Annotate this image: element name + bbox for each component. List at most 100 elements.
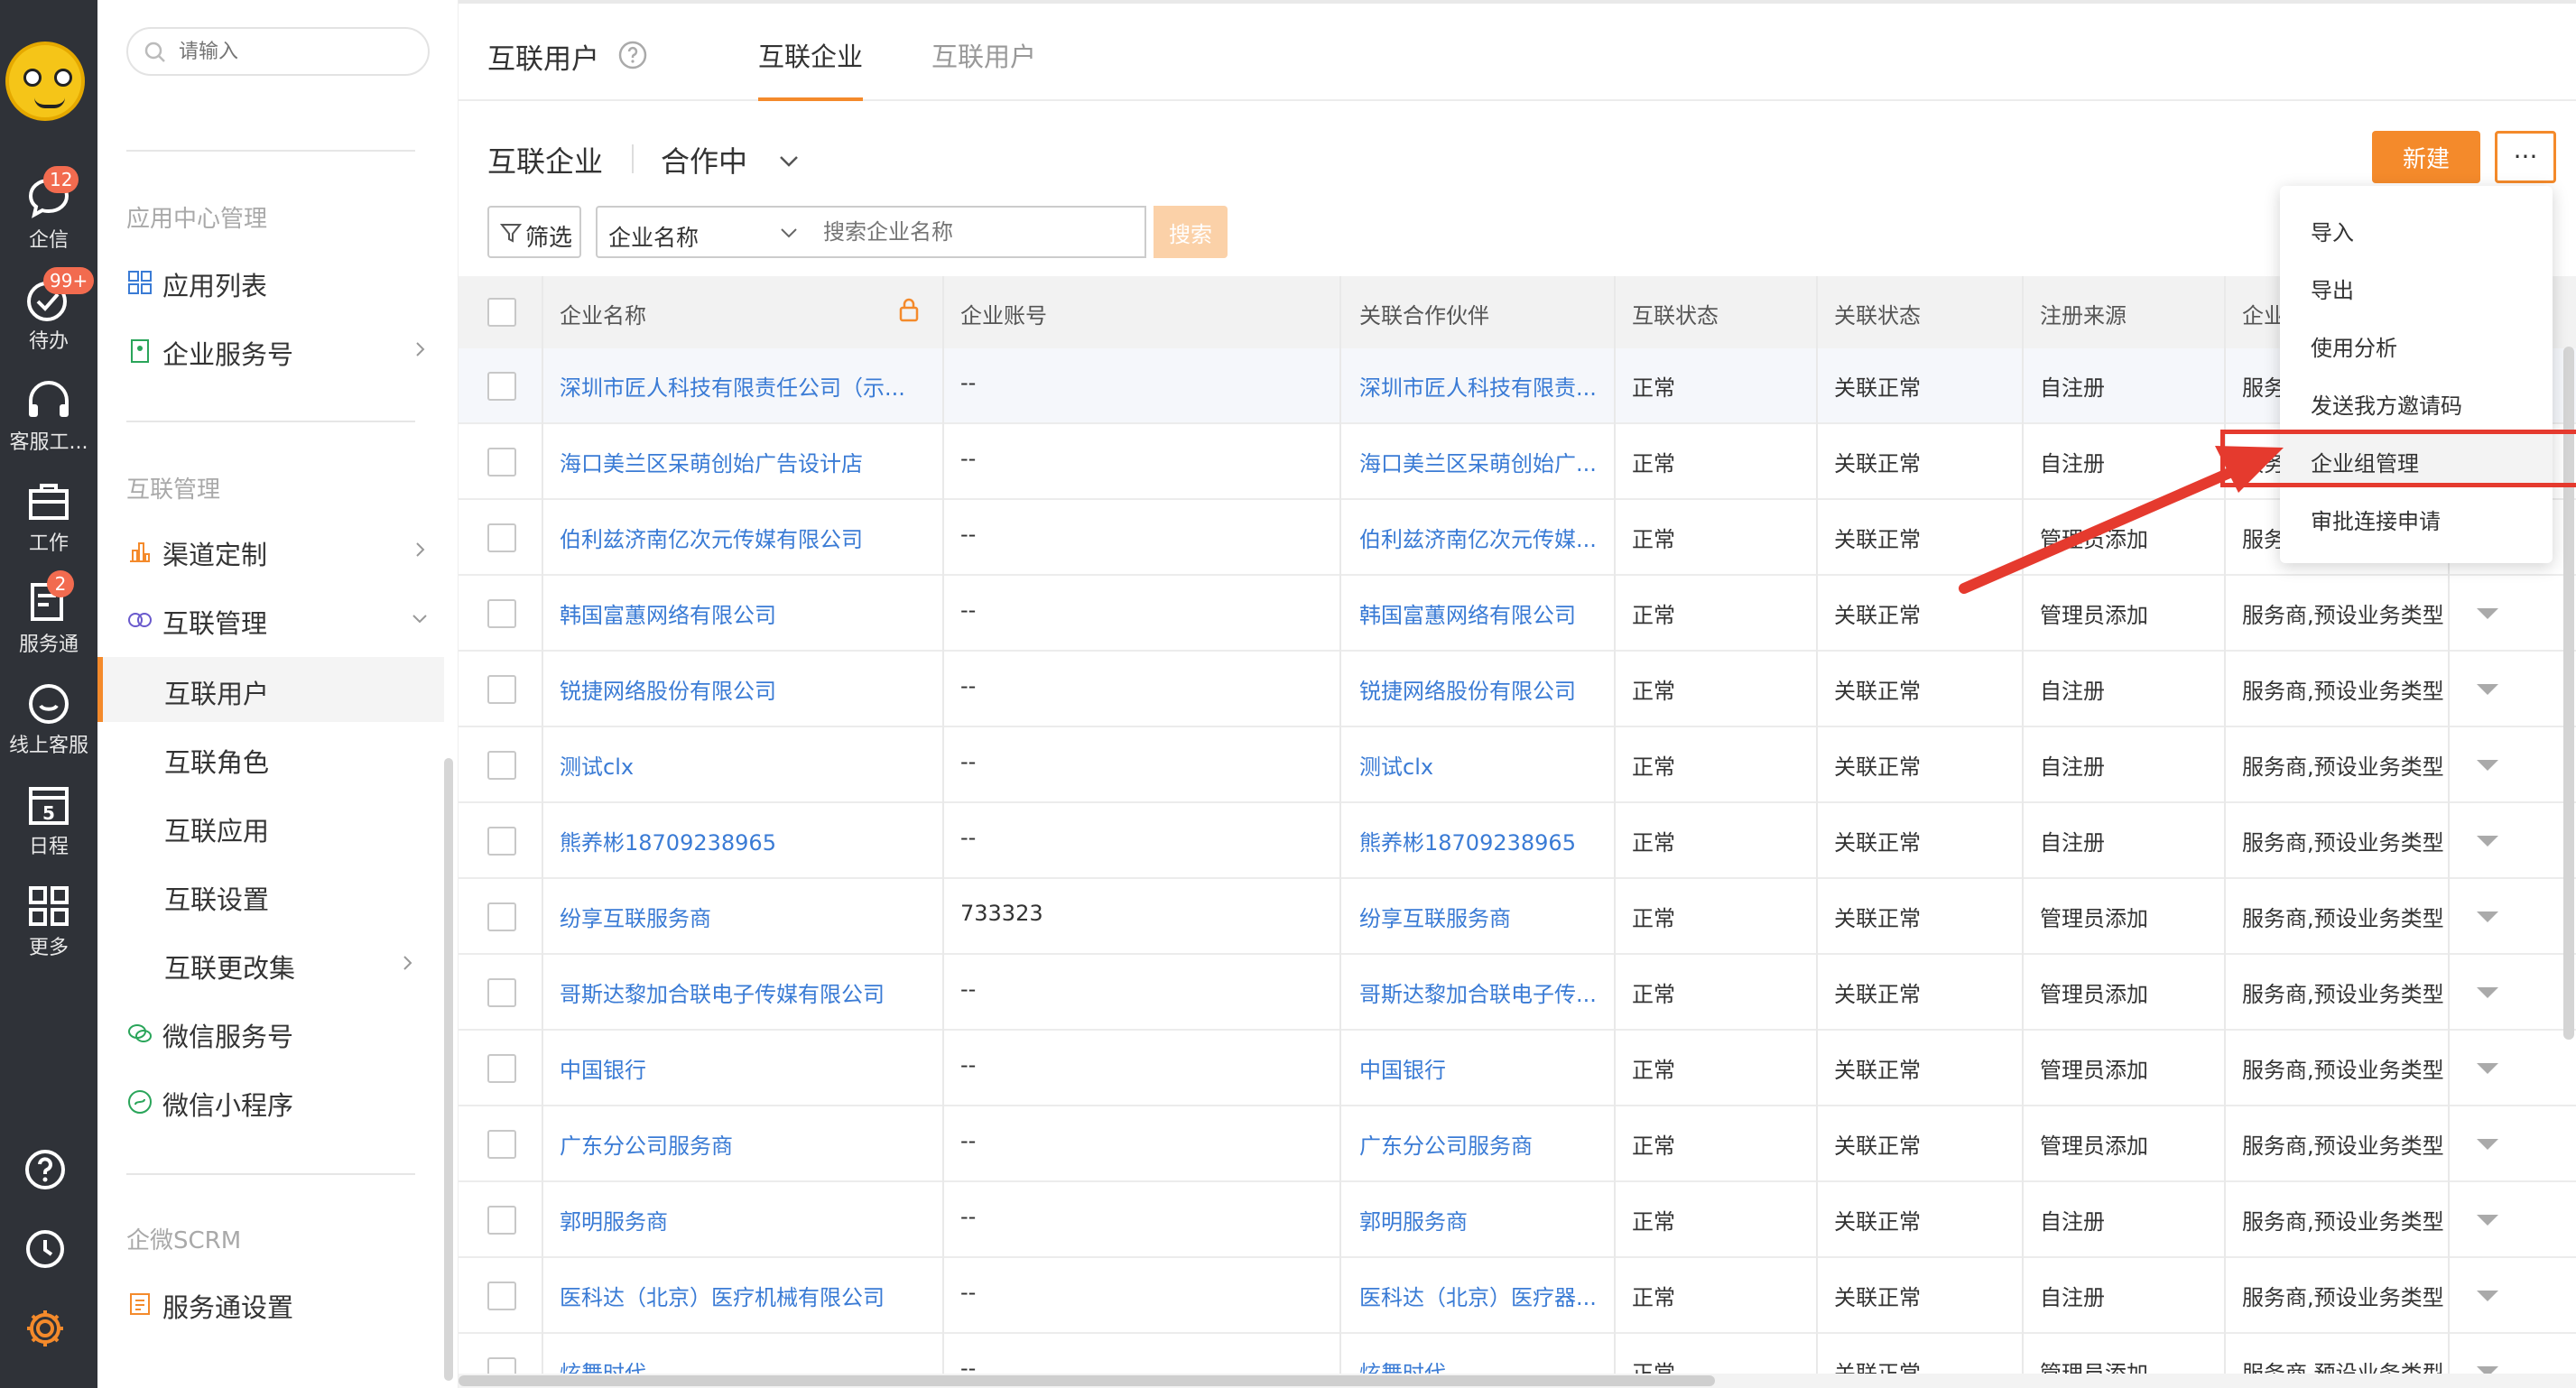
sidebar-item-app-list[interactable]: 应用列表	[126, 249, 448, 314]
table-cell-link[interactable]: 医科达（北京）医疗机械有限公司	[560, 1280, 939, 1311]
table-row[interactable]: 深圳市匠人科技有限责任公司（示... -- 深圳市匠人科技有限责... 正常 关联正常 自…	[459, 348, 2576, 424]
sidebar-item-interconnect-users[interactable]: 互联用户	[97, 657, 444, 722]
sidebar-item-interconnect-mgmt[interactable]: 互联管理	[126, 587, 448, 652]
sidebar-item-service-account[interactable]: 企业服务号	[126, 318, 448, 383]
table-row[interactable]: 测试clx -- 测试clx 正常 关联正常 自注册 服务商,预设业务类型	[459, 727, 2576, 803]
sidebar-item-interconnect-apps[interactable]: 互联应用	[97, 794, 444, 859]
row-expand-caret-icon[interactable]	[2477, 1215, 2498, 1226]
row-expand-caret-icon[interactable]	[2477, 1291, 2498, 1301]
enterprise-search-input[interactable]	[812, 206, 1146, 258]
column-header[interactable]: 企业账号	[960, 298, 1047, 329]
table-row[interactable]: 熊养彬18709238965 -- 熊养彬18709238965 正常 关联正常 自注册 服…	[459, 803, 2576, 879]
rail-item-work[interactable]: 工作	[0, 466, 97, 556]
table-cell-link[interactable]: 海口美兰区呆萌创始广...	[1359, 446, 1603, 477]
table-row[interactable]: 中国银行 -- 中国银行 正常 关联正常 管理员添加 服务商,预设业务类型	[459, 1031, 2576, 1106]
row-checkbox[interactable]	[487, 1054, 516, 1083]
rail-item-customer-service[interactable]: 客服工...	[0, 365, 97, 455]
menu-item-usage-analysis[interactable]: 使用分析	[2280, 314, 2553, 372]
row-expand-caret-icon[interactable]	[2477, 608, 2498, 619]
table-cell-link[interactable]: 中国银行	[1359, 1052, 1603, 1084]
menu-item-send-invite-code[interactable]: 发送我方邀请码	[2280, 372, 2553, 430]
table-cell-link[interactable]: 熊养彬18709238965	[1359, 825, 1603, 856]
column-header[interactable]: 注册来源	[2040, 298, 2127, 329]
menu-item-export[interactable]: 导出	[2280, 256, 2553, 314]
row-checkbox[interactable]	[487, 751, 516, 780]
row-checkbox[interactable]	[487, 1206, 516, 1235]
table-cell-link[interactable]: 医科达（北京）医疗器...	[1359, 1280, 1603, 1311]
table-cell-link[interactable]: 韩国富蕙网络有限公司	[1359, 597, 1603, 629]
row-checkbox[interactable]	[487, 523, 516, 552]
table-cell-link[interactable]: 深圳市匠人科技有限责...	[1359, 370, 1603, 402]
table-row[interactable]: 郭明服务商 -- 郭明服务商 正常 关联正常 自注册 服务商,预设业务类型	[459, 1182, 2576, 1258]
row-expand-caret-icon[interactable]	[2477, 1139, 2498, 1150]
table-cell-link[interactable]: 测试clx	[560, 749, 939, 781]
table-cell-link[interactable]: 锐捷网络股份有限公司	[1359, 673, 1603, 705]
row-expand-caret-icon[interactable]	[2477, 836, 2498, 847]
table-row[interactable]: 哥斯达黎加合联电子传媒有限公司 -- 哥斯达黎加合联电子传... 正常 关联正常 管理员添…	[459, 955, 2576, 1031]
table-cell-link[interactable]: 广东分公司服务商	[560, 1128, 939, 1160]
table-cell-link[interactable]: 海口美兰区呆萌创始广告设计店	[560, 446, 939, 477]
rail-item-todo[interactable]: 99+ 待办	[0, 264, 97, 354]
table-row[interactable]: 韩国富蕙网络有限公司 -- 韩国富蕙网络有限公司 正常 关联正常 管理员添加 服务商,预设业…	[459, 576, 2576, 652]
more-button[interactable]: ···	[2495, 131, 2556, 183]
status-filter-select[interactable]: 合作中	[661, 139, 798, 180]
table-horizontal-scrollbar[interactable]	[459, 1374, 2576, 1388]
row-expand-caret-icon[interactable]	[2477, 1063, 2498, 1074]
column-header[interactable]: 企业	[2242, 298, 2285, 329]
row-checkbox[interactable]	[487, 372, 516, 401]
table-cell-link[interactable]: 锐捷网络股份有限公司	[560, 673, 939, 705]
row-checkbox[interactable]	[487, 978, 516, 1007]
sidebar-item-interconnect-settings[interactable]: 互联设置	[97, 863, 444, 928]
table-row[interactable]: 纷享互联服务商 733323 纷享互联服务商 正常 关联正常 管理员添加 服务商,预设业务类…	[459, 879, 2576, 955]
filter-button[interactable]: 筛选	[487, 206, 581, 258]
sidebar-search-input[interactable]	[179, 34, 413, 69]
sidebar-item-interconnect-roles[interactable]: 互联角色	[97, 726, 444, 791]
row-checkbox[interactable]	[487, 827, 516, 856]
rail-item-online-service[interactable]: 线上客服	[0, 668, 97, 758]
table-cell-link[interactable]: 哥斯达黎加合联电子传...	[1359, 976, 1603, 1008]
table-cell-link[interactable]: 郭明服务商	[1359, 1204, 1603, 1235]
tab-interconnect-users[interactable]: 互联用户	[931, 36, 1036, 74]
search-button[interactable]: 搜索	[1154, 206, 1228, 258]
table-cell-link[interactable]: 广东分公司服务商	[1359, 1128, 1603, 1160]
settings-button[interactable]	[0, 1298, 97, 1361]
row-checkbox[interactable]	[487, 448, 516, 477]
table-cell-link[interactable]: 测试clx	[1359, 749, 1603, 781]
help-button[interactable]	[0, 1139, 97, 1202]
help-icon[interactable]	[617, 40, 648, 70]
row-expand-caret-icon[interactable]	[2477, 987, 2498, 998]
table-cell-link[interactable]: 郭明服务商	[560, 1204, 939, 1235]
row-expand-caret-icon[interactable]	[2477, 760, 2498, 771]
menu-item-import[interactable]: 导入	[2280, 199, 2553, 256]
history-button[interactable]	[0, 1218, 97, 1282]
table-row[interactable]: 锐捷网络股份有限公司 -- 锐捷网络股份有限公司 正常 关联正常 自注册 服务商,预设业务类…	[459, 652, 2576, 727]
tab-interconnect-enterprise[interactable]: 互联企业	[758, 36, 863, 74]
table-cell-link[interactable]: 伯利兹济南亿次元传媒有限公司	[560, 522, 939, 553]
new-button[interactable]: 新建	[2372, 131, 2480, 183]
sidebar-item-changeset[interactable]: 互联更改集	[97, 931, 444, 996]
sidebar-item-channel[interactable]: 渠道定制	[126, 518, 448, 583]
table-cell-link[interactable]: 熊养彬18709238965	[560, 825, 939, 856]
column-header[interactable]: 企业名称	[560, 298, 646, 329]
scrollbar-thumb[interactable]	[459, 1375, 1715, 1386]
table-cell-link[interactable]: 中国银行	[560, 1052, 939, 1084]
rail-item-more[interactable]: 更多	[0, 870, 97, 960]
sidebar-item-wechat-miniprogram[interactable]: 微信小程序	[126, 1069, 448, 1134]
table-cell-link[interactable]: 纷享互联服务商	[560, 901, 939, 932]
row-expand-caret-icon[interactable]	[2477, 911, 2498, 922]
table-row[interactable]: 伯利兹济南亿次元传媒有限公司 -- 伯利兹济南亿次元传媒... 正常 关联正常 管理员添加…	[459, 500, 2576, 576]
table-cell-link[interactable]: 深圳市匠人科技有限责任公司（示...	[560, 370, 939, 402]
column-header[interactable]: 互联状态	[1632, 298, 1719, 329]
table-cell-link[interactable]: 纷享互联服务商	[1359, 901, 1603, 932]
search-field-select[interactable]: 企业名称	[596, 206, 814, 258]
sidebar-search[interactable]	[126, 27, 430, 76]
table-cell-link[interactable]: 韩国富蕙网络有限公司	[560, 597, 939, 629]
table-row[interactable]: 广东分公司服务商 -- 广东分公司服务商 正常 关联正常 管理员添加 服务商,预设业务类型	[459, 1106, 2576, 1182]
rail-item-messages[interactable]: 12 企信	[0, 162, 97, 253]
rail-item-service[interactable]: 2 服务通	[0, 567, 97, 657]
table-cell-link[interactable]: 伯利兹济南亿次元传媒...	[1359, 522, 1603, 553]
rail-item-calendar[interactable]: 5 日程	[0, 769, 97, 859]
table-cell-link[interactable]: 哥斯达黎加合联电子传媒有限公司	[560, 976, 939, 1008]
sidebar-scrollbar[interactable]	[444, 758, 453, 1381]
menu-item-approve-requests[interactable]: 审批连接申请	[2280, 487, 2553, 545]
